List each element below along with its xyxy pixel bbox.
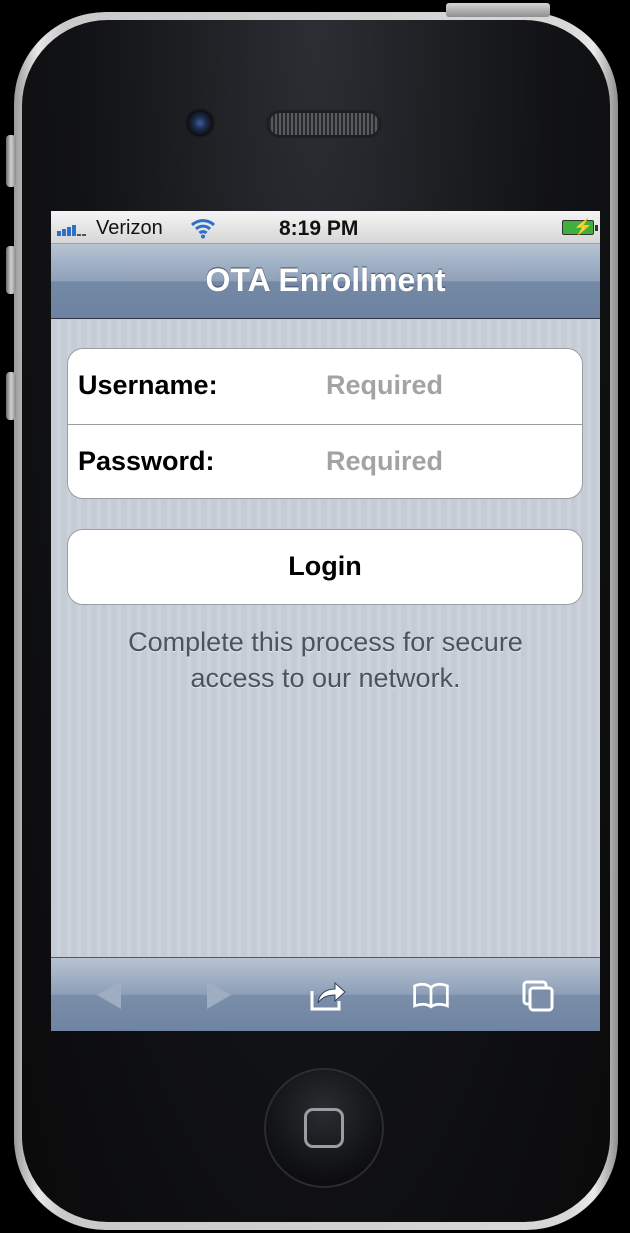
back-arrow-icon[interactable] bbox=[91, 977, 131, 1013]
volume-down-button bbox=[6, 372, 16, 420]
signal-bars-icon bbox=[57, 222, 95, 236]
tabs-icon[interactable] bbox=[519, 977, 559, 1013]
navigation-bar: OTA Enrollment bbox=[51, 244, 600, 319]
login-button-label: Login bbox=[288, 551, 362, 581]
browser-toolbar bbox=[51, 957, 600, 1031]
username-input[interactable]: Required bbox=[326, 370, 443, 401]
home-square-icon bbox=[304, 1108, 344, 1148]
content-area: Username: Required Password: Required Lo… bbox=[51, 319, 600, 957]
forward-arrow-icon[interactable] bbox=[197, 977, 237, 1013]
bookmarks-icon[interactable] bbox=[411, 977, 451, 1013]
battery-charging-icon: ⚡ bbox=[562, 219, 598, 236]
volume-up-button bbox=[6, 246, 16, 294]
lightning-bolt-icon: ⚡ bbox=[573, 219, 593, 236]
info-text: Complete this process for secure access … bbox=[128, 627, 523, 693]
clock: 8:19 PM bbox=[279, 217, 359, 240]
status-bar: Verizon 8:19 PM ⚡ bbox=[51, 211, 600, 244]
username-row[interactable]: Username: Required bbox=[68, 349, 582, 424]
phone-screen: Verizon 8:19 PM ⚡ OTA Enrollment Usernam… bbox=[51, 211, 600, 1031]
login-form: Username: Required Password: Required bbox=[67, 348, 583, 499]
password-input[interactable]: Required bbox=[326, 446, 443, 477]
power-button bbox=[446, 3, 550, 17]
wifi-icon bbox=[190, 219, 216, 239]
page-title: OTA Enrollment bbox=[205, 262, 446, 298]
password-row[interactable]: Password: Required bbox=[68, 424, 582, 500]
username-label: Username: bbox=[78, 370, 218, 400]
carrier-name: Verizon bbox=[96, 217, 163, 239]
share-icon[interactable] bbox=[307, 977, 347, 1013]
home-button[interactable] bbox=[264, 1068, 384, 1188]
login-button[interactable]: Login bbox=[67, 529, 583, 605]
mute-switch bbox=[6, 135, 16, 187]
front-camera bbox=[185, 108, 215, 138]
password-label: Password: bbox=[78, 446, 215, 476]
earpiece-speaker bbox=[266, 110, 382, 138]
